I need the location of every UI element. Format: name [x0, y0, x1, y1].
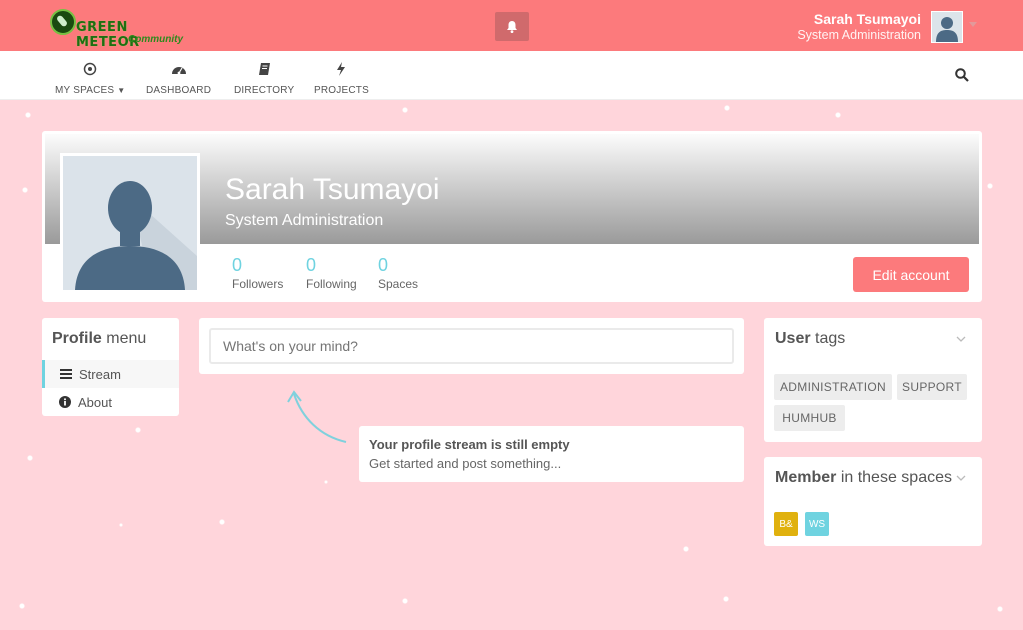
stat-value: 0	[378, 255, 389, 275]
user-tag[interactable]: HUMHUB	[774, 405, 845, 431]
menu-item-label: About	[78, 394, 112, 410]
title-rest: in these spaces	[840, 469, 952, 486]
title-bold: Profile	[52, 330, 102, 347]
nav-label: PROJECTS	[314, 85, 369, 96]
followers-stat[interactable]: 0 Followers	[232, 255, 283, 291]
stat-value: 0	[306, 255, 317, 275]
profile-menu-title: Profile menu	[52, 330, 146, 348]
empty-stream-notice: Your profile stream is still empty Get s…	[359, 426, 744, 482]
search-button[interactable]	[955, 68, 969, 87]
search-icon	[955, 68, 969, 82]
empty-stream-title: Your profile stream is still empty	[369, 437, 570, 452]
logo-subtitle: Community	[128, 34, 183, 45]
nav-label: MY SPACES	[55, 85, 115, 96]
avatar[interactable]	[931, 11, 963, 43]
nav-my-spaces[interactable]: MY SPACES ▼	[55, 51, 125, 100]
user-menu-caret-icon[interactable]	[969, 22, 977, 27]
title-rest: menu	[106, 330, 147, 347]
profile-menu-stream[interactable]: Stream	[42, 360, 179, 388]
dropdown-caret-icon: ▼	[117, 86, 126, 95]
meteor-logo-icon	[50, 9, 76, 35]
member-spaces-panel: Member in these spaces B& WS	[764, 457, 982, 546]
profile-menu-about[interactable]: About	[42, 388, 179, 416]
stat-value: 0	[232, 255, 243, 275]
profile-name: Sarah Tsumayoi	[225, 173, 440, 206]
title-bold: Member	[775, 469, 837, 486]
header-user-role: System Administration	[797, 28, 921, 42]
bars-icon	[60, 369, 72, 379]
empty-stream-subtitle: Get started and post something...	[369, 456, 562, 471]
profile-title: System Administration	[225, 212, 384, 229]
stat-label: Spaces	[378, 277, 419, 291]
title-bold: User	[775, 330, 811, 347]
post-composer	[199, 318, 744, 374]
top-bar: GREEN METEOR Community Sarah Tsumayoi Sy…	[0, 0, 1023, 51]
chevron-down-icon[interactable]	[956, 475, 966, 481]
bolt-icon	[337, 62, 346, 76]
title-rest: tags	[815, 330, 846, 347]
user-tag[interactable]: SUPPORT	[897, 374, 967, 400]
chevron-down-icon[interactable]	[956, 336, 966, 342]
user-tag[interactable]: ADMINISTRATION	[774, 374, 892, 400]
nav-label: DASHBOARD	[146, 85, 212, 96]
user-tags-panel: User tags ADMINISTRATION SUPPORT HUMHUB	[764, 318, 982, 442]
profile-picture[interactable]	[60, 153, 200, 293]
book-icon	[258, 63, 270, 75]
member-spaces-title: Member in these spaces	[775, 469, 952, 487]
stat-label: Followers	[232, 277, 284, 291]
user-silhouette-icon	[936, 17, 958, 42]
nav-dashboard[interactable]: DASHBOARD	[146, 51, 211, 100]
edit-account-button[interactable]: Edit account	[853, 257, 969, 292]
nav-label: DIRECTORY	[234, 85, 295, 96]
stat-label: Following	[306, 277, 357, 291]
spaces-stat[interactable]: 0 Spaces	[378, 255, 418, 291]
bell-icon	[507, 20, 517, 33]
main-navigation: MY SPACES ▼ DASHBOARD DIRECTORY PROJECTS	[0, 51, 1023, 100]
curved-arrow-icon	[287, 390, 347, 443]
following-stat[interactable]: 0 Following	[306, 255, 357, 291]
menu-item-label: Stream	[79, 366, 121, 382]
space-badge[interactable]: B&	[774, 512, 798, 536]
profile-header: Sarah Tsumayoi System Administration 0 F…	[42, 131, 982, 302]
profile-menu: Profile menu Stream About	[42, 318, 179, 416]
notifications-button[interactable]	[495, 12, 529, 41]
nav-directory[interactable]: DIRECTORY	[234, 51, 294, 100]
nav-projects[interactable]: PROJECTS	[314, 51, 369, 100]
info-icon	[59, 396, 71, 408]
post-input[interactable]	[209, 328, 734, 364]
dashboard-icon	[171, 67, 186, 75]
user-silhouette-icon	[75, 181, 197, 290]
header-user-name[interactable]: Sarah Tsumayoi	[814, 11, 921, 27]
user-tags-title: User tags	[775, 330, 845, 348]
target-icon	[83, 62, 97, 76]
brand-logo[interactable]: GREEN METEOR Community	[48, 6, 193, 50]
space-badge[interactable]: WS	[805, 512, 829, 536]
